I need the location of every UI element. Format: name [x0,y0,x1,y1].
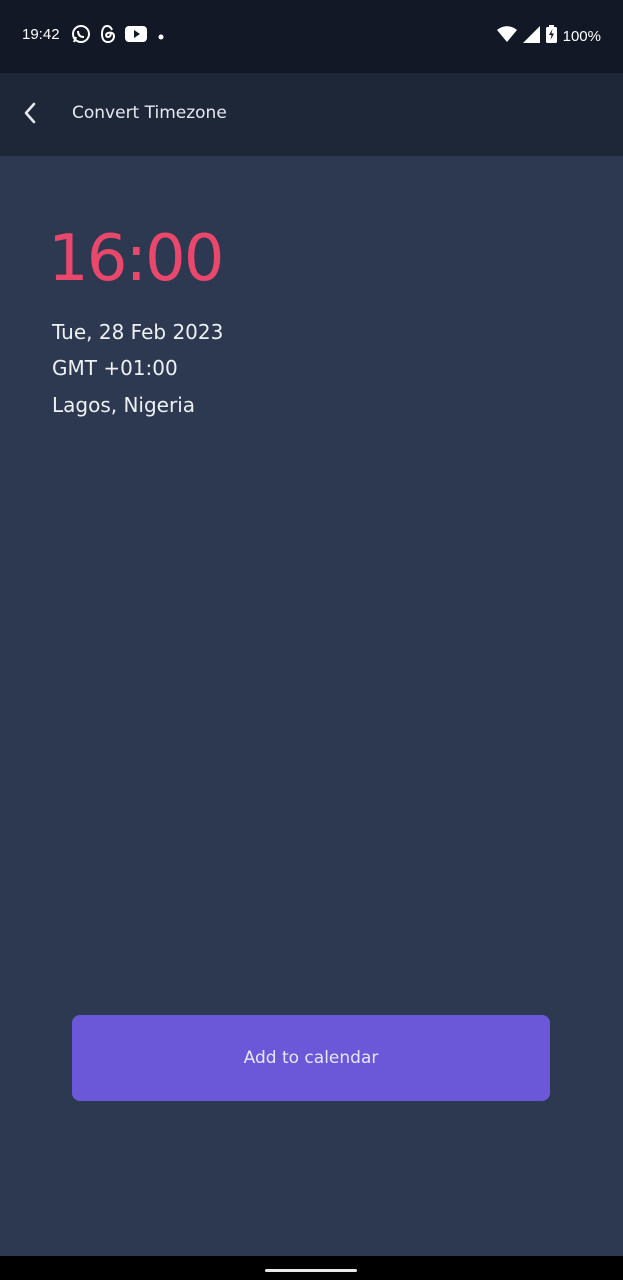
notification-icons [71,24,166,48]
page-title: Convert Timezone [72,103,227,123]
back-button[interactable] [12,97,48,133]
dot-icon [156,27,166,46]
location: Lagos, Nigeria [52,393,196,417]
system-icons: 100% [496,24,601,48]
home-gesture-handle[interactable] [265,1269,357,1272]
add-to-calendar-button[interactable]: Add to calendar [72,1015,550,1101]
battery-charging-icon [545,25,557,47]
battery-percent: 100% [562,27,601,45]
threads-icon [100,24,116,48]
app-bar: Convert Timezone [0,73,623,156]
converted-time: 16:00 [48,222,224,296]
youtube-icon [125,26,147,46]
whatsapp-icon [71,24,91,48]
gmt-offset: GMT +01:00 [52,356,178,380]
navigation-bar [0,1256,623,1280]
chevron-left-icon [22,101,38,129]
wifi-icon [496,26,517,46]
add-to-calendar-label: Add to calendar [243,1048,379,1068]
converted-date: Tue, 28 Feb 2023 [52,320,224,344]
status-bar: 19:42 100% [0,0,623,73]
status-time: 19:42 [22,26,60,43]
signal-icon [522,25,540,47]
